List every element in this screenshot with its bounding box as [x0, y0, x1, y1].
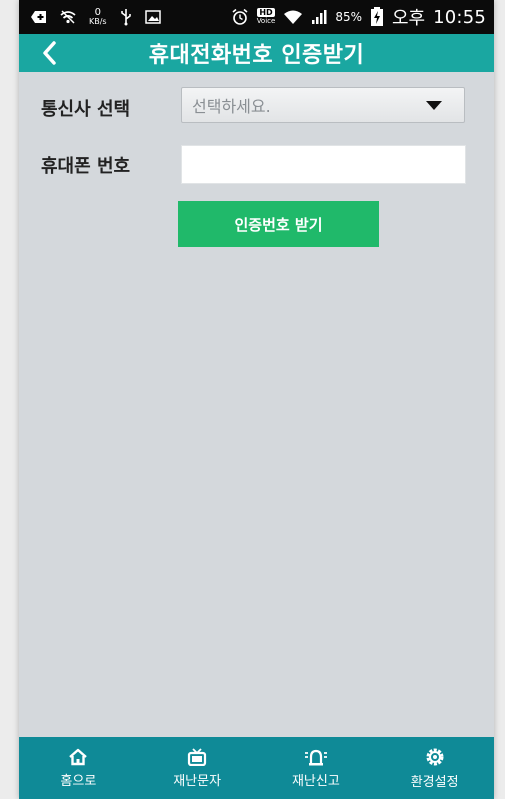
usb-icon — [119, 8, 133, 26]
clock-time: 10:55 — [433, 6, 486, 28]
battery-percent: 85% — [335, 10, 362, 24]
carrier-select-value: 선택하세요. — [192, 97, 271, 116]
wifi-icon — [283, 9, 303, 25]
tv-icon — [188, 747, 207, 766]
gear-icon — [426, 748, 444, 765]
title-bar: 휴대전화번호 인증받기 — [19, 34, 494, 72]
alarm-icon — [231, 8, 249, 26]
nav-item-settings[interactable]: 환경설정 — [375, 737, 494, 799]
carrier-select[interactable]: 선택하세요. — [181, 87, 465, 123]
signal-icon — [311, 9, 327, 25]
speed-unit: KB/s — [89, 17, 107, 26]
nav-label-disaster-sms: 재난문자 — [173, 773, 222, 789]
get-verification-code-button[interactable]: 인증번호 받기 — [178, 201, 379, 247]
hd-voice-icon: HD Voice — [256, 8, 276, 25]
battery-charging-icon — [370, 7, 384, 27]
nav-item-disaster-report[interactable]: 재난신고 — [257, 737, 376, 799]
nav-item-home[interactable]: 홈으로 — [19, 737, 138, 799]
phone-number-input[interactable] — [181, 145, 466, 184]
chevron-left-icon — [43, 41, 56, 65]
page-title: 휴대전화번호 인증받기 — [148, 43, 365, 68]
back-button[interactable] — [35, 39, 63, 67]
notification-plus-icon — [29, 9, 47, 25]
nav-label-home: 홈으로 — [60, 773, 97, 789]
speed-value: 0 — [94, 7, 101, 18]
caret-down-icon — [426, 100, 442, 110]
phone-screen: 0 KB/s HD Voice 85% 오후 10:55 휴대전화번호 인증받기… — [19, 0, 494, 799]
home-icon — [69, 748, 88, 765]
carrier-label: 통신사 선택 — [41, 99, 131, 120]
bottom-nav: 홈으로 재난문자 재난신고 환경설정 — [19, 737, 494, 799]
nav-label-settings: 환경설정 — [410, 774, 459, 790]
ampm-label: 오후 — [392, 8, 426, 29]
wifi-off-icon — [59, 9, 77, 25]
network-speed: 0 KB/s — [89, 7, 107, 27]
siren-icon — [304, 749, 327, 765]
voice-label: Voice — [256, 17, 276, 25]
image-icon — [144, 10, 161, 24]
nav-item-disaster-sms[interactable]: 재난문자 — [138, 737, 257, 799]
nav-label-disaster-report: 재난신고 — [291, 773, 340, 789]
phone-number-label: 휴대폰 번호 — [41, 156, 131, 177]
status-bar: 0 KB/s HD Voice 85% 오후 10:55 — [19, 0, 494, 34]
